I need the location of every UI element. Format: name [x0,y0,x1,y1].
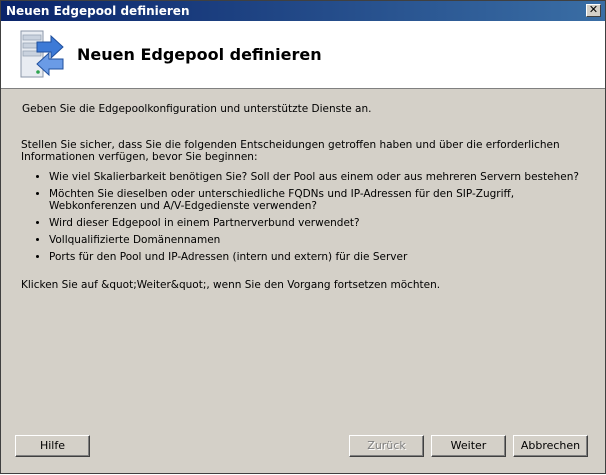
instructions-text: Stellen Sie sicher, dass Sie die folgend… [21,139,560,163]
wizard-header: Neuen Edgepool definieren [1,21,605,89]
next-button[interactable]: Weiter [431,435,506,457]
dialog-window: Neuen Edgepool definieren ✕ Neuen Edgepo… [0,0,606,474]
back-button[interactable]: Zurück [349,435,424,457]
page-title: Neuen Edgepool definieren [77,45,322,64]
server-arrow-icon [20,30,64,78]
cancel-button[interactable]: Abbrechen [513,435,588,457]
list-item: Vollqualifizierte Domänennamen [49,234,599,246]
window-title: Neuen Edgepool definieren [6,4,190,18]
title-bar: Neuen Edgepool definieren ✕ [1,1,605,21]
intro-text: Geben Sie die Edgepoolkonfiguration und … [22,103,372,115]
close-button[interactable]: ✕ [586,4,601,17]
requirements-list: Wie viel Skalierbarkeit benötigen Sie? S… [21,171,599,268]
list-item: Ports für den Pool und IP-Adressen (inte… [49,251,599,263]
list-item: Wird dieser Edgepool in einem Partnerver… [49,217,599,229]
list-item: Wie viel Skalierbarkeit benötigen Sie? S… [49,171,599,183]
continue-text: Klicken Sie auf &quot;Weiter&quot;, wenn… [21,279,441,291]
wizard-body: Geben Sie die Edgepoolkonfiguration und … [1,89,605,475]
help-button[interactable]: Hilfe [15,435,90,457]
list-item: Möchten Sie dieselben oder unterschiedli… [49,188,599,212]
